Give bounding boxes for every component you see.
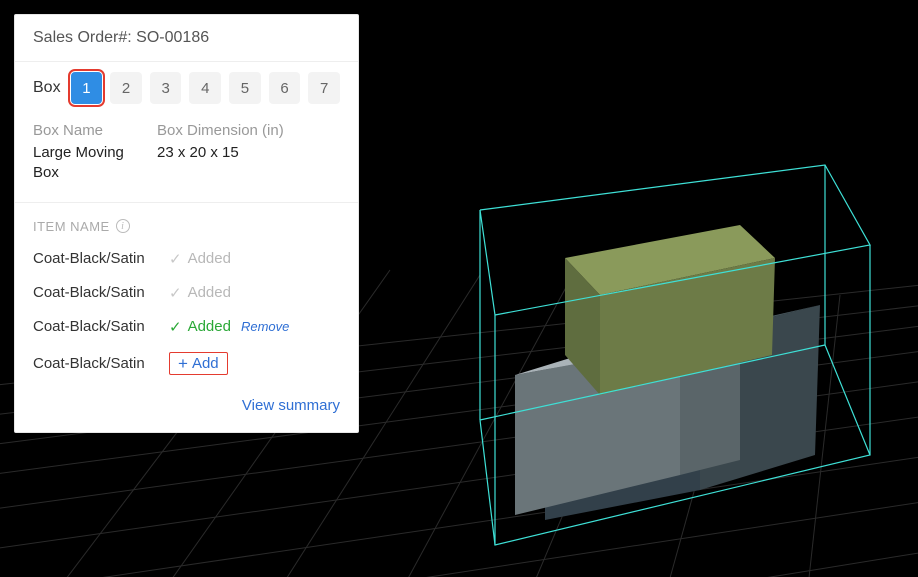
box-details: Box Name Large Moving Box Box Dimension …	[15, 118, 358, 203]
item-status: Added	[188, 318, 231, 335]
box-tab-2[interactable]: 2	[110, 72, 142, 104]
panel-header: Sales Order#: SO-00186	[15, 15, 358, 62]
add-text: Add	[192, 355, 219, 372]
item-name: Coat-Black/Satin	[33, 250, 169, 267]
item-row: Coat-Black/Satin ✓ Added Remove	[15, 310, 358, 344]
plus-icon: +	[178, 355, 188, 372]
item-name: Coat-Black/Satin	[33, 318, 169, 335]
item-row: Coat-Black/Satin ✓ Added	[15, 242, 358, 276]
order-panel: Sales Order#: SO-00186 Box 1 2 3 4 5 6 7…	[14, 14, 359, 433]
remove-link[interactable]: Remove	[241, 319, 289, 334]
box-selector: Box 1 2 3 4 5 6 7	[15, 62, 358, 118]
item-status: Added	[188, 250, 231, 267]
box-tab-6[interactable]: 6	[269, 72, 301, 104]
panel-footer: View summary	[15, 383, 358, 432]
view-summary-link[interactable]: View summary	[242, 397, 340, 414]
box-label: Box	[33, 79, 61, 97]
box-dim-label: Box Dimension (in)	[157, 122, 284, 139]
add-button[interactable]: + Add	[169, 352, 228, 375]
box-tab-3[interactable]: 3	[150, 72, 182, 104]
check-icon: ✓	[169, 284, 182, 302]
items-header-text: ITEM NAME	[33, 219, 110, 234]
box-tab-5[interactable]: 5	[229, 72, 261, 104]
info-icon[interactable]: i	[116, 219, 130, 233]
items-header: ITEM NAME i	[15, 203, 358, 242]
item-name: Coat-Black/Satin	[33, 284, 169, 301]
item-status: Added	[188, 284, 231, 301]
check-icon: ✓	[169, 318, 182, 336]
box-name-value: Large Moving Box	[33, 143, 133, 184]
order-prefix: Sales Order#:	[33, 29, 132, 46]
box-tab-4[interactable]: 4	[189, 72, 221, 104]
box-dim-value: 23 x 20 x 15	[157, 143, 284, 163]
box-name-label: Box Name	[33, 122, 133, 139]
item-name: Coat-Black/Satin	[33, 355, 169, 372]
item-row: Coat-Black/Satin + Add	[15, 344, 358, 383]
check-icon: ✓	[169, 250, 182, 268]
box-tab-1[interactable]: 1	[71, 72, 103, 104]
order-number: SO-00186	[136, 29, 209, 46]
item-row: Coat-Black/Satin ✓ Added	[15, 276, 358, 310]
box-tab-7[interactable]: 7	[308, 72, 340, 104]
